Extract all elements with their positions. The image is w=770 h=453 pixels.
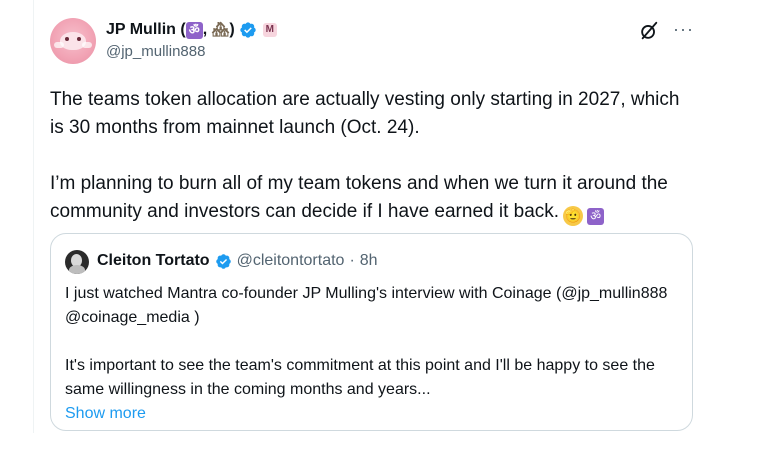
author-name[interactable]: JP Mullin (ॐ, 🏘) bbox=[106, 21, 235, 39]
om-emoji: ॐ bbox=[587, 208, 605, 225]
quote-author-handle: @cleitontortato bbox=[236, 252, 345, 269]
tweet-text: The teams token allocation are actually … bbox=[50, 86, 690, 226]
author-avatar[interactable] bbox=[50, 18, 96, 64]
more-icon[interactable]: ··· bbox=[673, 20, 694, 38]
show-more-link[interactable]: Show more bbox=[65, 402, 677, 426]
salute-emoji: 🫡 bbox=[563, 206, 584, 226]
verified-badge-icon bbox=[215, 253, 231, 269]
affiliate-badge[interactable]: M bbox=[262, 23, 277, 37]
tweet-paragraph-2: I’m planning to burn all of my team toke… bbox=[50, 170, 690, 226]
quote-author-avatar bbox=[65, 250, 89, 274]
verified-badge-icon[interactable] bbox=[239, 21, 257, 39]
quote-author-name: Cleiton Tortato bbox=[97, 252, 210, 269]
tweet-paragraph-1: The teams token allocation are actually … bbox=[50, 89, 680, 138]
quote-separator: · bbox=[349, 252, 355, 269]
quote-paragraph-2: It's important to see the team's commitm… bbox=[65, 357, 655, 398]
author-name-row[interactable]: JP Mullin (ॐ, 🏘) M bbox=[106, 20, 277, 40]
quoted-tweet-card[interactable]: Cleiton Tortato @cleitontortato · 8h I j… bbox=[50, 233, 693, 431]
quote-paragraph-1: I just watched Mantra co-founder JP Mull… bbox=[65, 285, 668, 326]
grok-icon[interactable] bbox=[638, 20, 660, 42]
quote-body: I just watched Mantra co-founder JP Mull… bbox=[65, 282, 677, 426]
om-emoji: ॐ bbox=[185, 22, 203, 39]
author-handle[interactable]: @jp_mullin888 bbox=[106, 43, 205, 60]
timeline-divider bbox=[33, 0, 34, 433]
house-emoji: 🏘 bbox=[211, 22, 230, 38]
quote-timestamp: 8h bbox=[359, 252, 378, 269]
quote-header: Cleiton Tortato @cleitontortato · 8h bbox=[97, 252, 378, 270]
